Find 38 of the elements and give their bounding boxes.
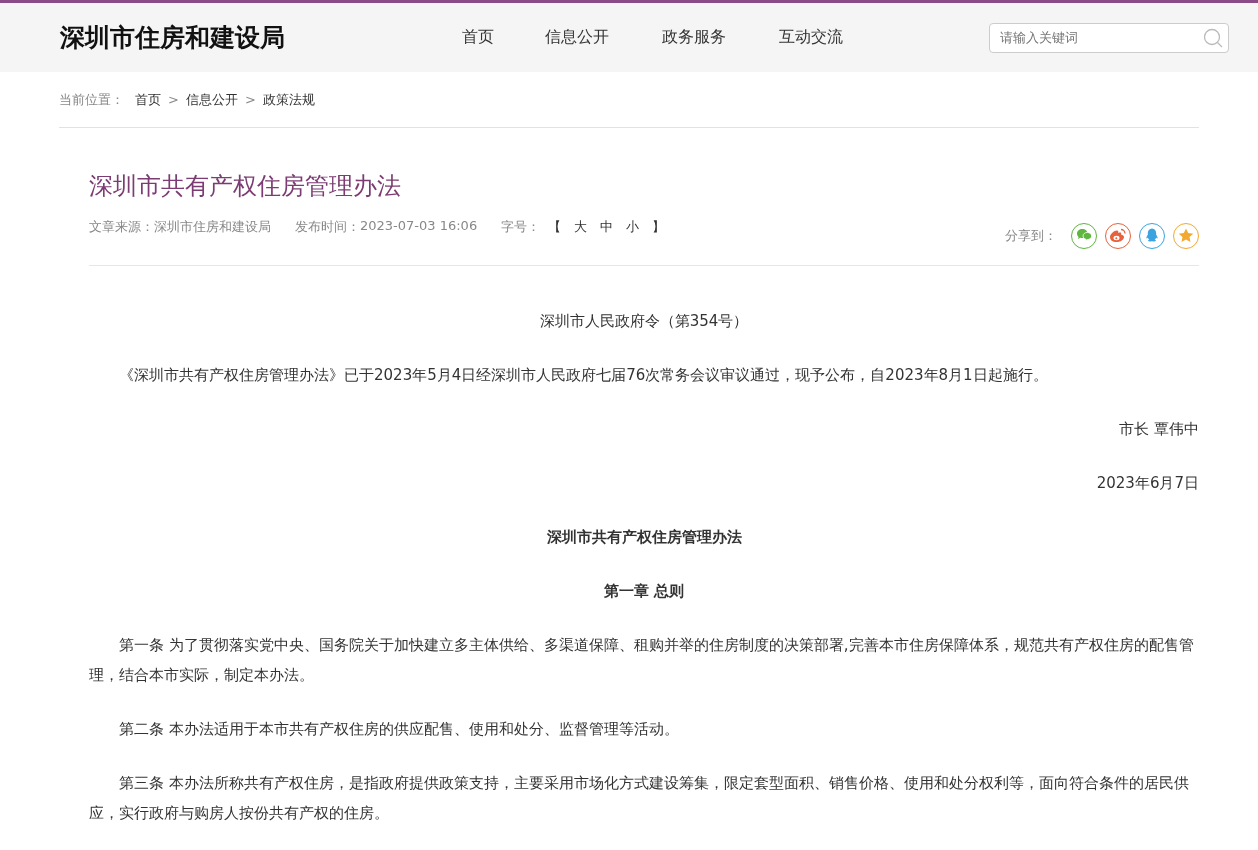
article-title: 深圳市共有产权住房管理办法 xyxy=(89,171,402,202)
share-label: 分享到： xyxy=(1005,227,1057,245)
share-button[interactable] xyxy=(1139,223,1165,249)
search-field[interactable]: 请输入关键词 xyxy=(989,22,1229,53)
section-heading: 深圳市共有产权住房管理办法 xyxy=(545,527,743,548)
section-heading: 第一章 总则 xyxy=(602,581,686,602)
breadcrumb-link[interactable]: 政策法规 xyxy=(262,90,315,109)
breadcrumb-separator: > xyxy=(168,92,179,107)
breadcrumb-separator: > xyxy=(244,92,256,107)
breadcrumb-link[interactable]: 首页 xyxy=(135,90,161,109)
share-button[interactable] xyxy=(1173,223,1199,249)
paragraph: 深圳市人民政府令（第354号） xyxy=(538,311,750,332)
breadcrumb-link[interactable]: 信息公开 xyxy=(185,90,238,109)
search-icon[interactable] xyxy=(1203,27,1223,48)
font-size-link[interactable]: 中 xyxy=(600,218,614,236)
breadcrumb-label: 当前位置： xyxy=(59,90,124,109)
paragraph: 第一条 为了贯彻落实党中央、国务院关于加快建立多主体供给、多渠道保障、租购并举的住房制度的决策部署,完善本市住房保障体系，规范共有产权住房的配售管理，结合本市实际，制定本办法。 xyxy=(89,635,1195,686)
bracket: 【 xyxy=(548,218,562,236)
font-size-label: 字号： xyxy=(501,218,541,236)
nav-link[interactable]: 信息公开 xyxy=(518,27,635,48)
nav-link[interactable]: 政务服务 xyxy=(635,27,752,48)
paragraph: 市长 覃伟中 xyxy=(1118,419,1199,440)
bracket: 】 xyxy=(652,218,666,236)
share-button[interactable] xyxy=(1105,223,1131,249)
paragraph: 第二条 本办法适用于本市共有产权住房的供应配售、使用和处分、监督管理等活动。 xyxy=(118,719,680,740)
share-button[interactable] xyxy=(1071,223,1097,249)
nav-link[interactable]: 互动交流 xyxy=(752,27,869,48)
paragraph: 第三条 本办法所称共有产权住房，是指政府提供政策支持，主要采用市场化方式建设筹集，限定套型面积、销售价格、使用和处分权利等，面向符合条件的居民供应，实行政府与购房人按份共有产权的住房。 xyxy=(89,773,1190,824)
meta-label: 发布时间： xyxy=(295,218,360,236)
paragraph: 《深圳市共有产权住房管理办法》已于2023年5月4日经深圳市人民政府七届76次常务会议审议通过，现予公布，自2023年8月1日起施行。 xyxy=(118,365,1049,386)
meta-value: 2023-07-03 16:06 xyxy=(360,218,478,235)
font-size-link[interactable]: 小 xyxy=(626,218,640,236)
meta-value: 深圳市住房和建设局 xyxy=(154,218,271,236)
site-logo[interactable]: 深圳市住房和建设局 xyxy=(60,21,438,54)
meta-label: 文章来源： xyxy=(89,218,154,236)
nav-link[interactable]: 首页 xyxy=(438,27,518,48)
font-size-link[interactable]: 大 xyxy=(574,218,588,236)
paragraph: 2023年6月7日 xyxy=(1095,473,1199,494)
